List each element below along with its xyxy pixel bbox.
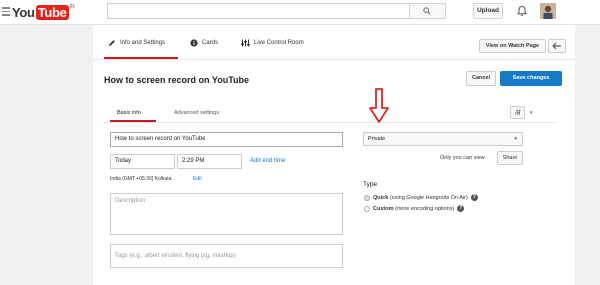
search-button[interactable]: [409, 3, 446, 19]
type-quick-option[interactable]: Quick (using Google Hangouts On Air) ?: [364, 194, 478, 201]
page-title: How to screen record on YouTube: [104, 75, 250, 85]
search-icon: [423, 7, 431, 15]
chevron-down-icon[interactable]: ▾: [530, 110, 533, 116]
tab-label: Live Control Room: [254, 40, 304, 46]
search-input[interactable]: [107, 3, 411, 19]
timezone-label: India (GMT +05:30) Kolkata: [110, 176, 172, 182]
sliders-icon: [241, 39, 250, 47]
subtab-advanced-settings[interactable]: Advanced settings: [174, 110, 219, 116]
privacy-value: Private: [368, 136, 386, 142]
title-field[interactable]: How to screen record on YouTube: [110, 132, 343, 147]
quick-radio[interactable]: [364, 194, 370, 201]
tabs-divider: [93, 59, 575, 60]
custom-label: Custom: [373, 205, 394, 212]
tags-field[interactable]: Tags (e.g., albert einstein, flying pig,…: [110, 244, 343, 268]
subtab-basic-info[interactable]: Basic info: [117, 110, 141, 116]
user-avatar-icon: [540, 3, 556, 19]
tab-live-control-room[interactable]: Live Control Room: [241, 39, 304, 47]
tags-placeholder: Tags (e.g., albert einstein, flying pig,…: [115, 253, 236, 259]
tab-cards[interactable]: Cards: [190, 39, 218, 47]
menu-icon[interactable]: [2, 7, 10, 16]
save-changes-button[interactable]: Save changes: [500, 71, 562, 86]
avatar[interactable]: [540, 3, 556, 19]
info-icon: [190, 39, 198, 47]
timezone-edit-link[interactable]: Edit: [193, 176, 202, 182]
quick-desc: (using Google Hangouts On Air): [388, 194, 468, 201]
description-field[interactable]: Description: [110, 193, 343, 235]
back-button[interactable]: [548, 39, 566, 53]
type-heading: Type: [363, 181, 378, 188]
type-custom-option[interactable]: Custom (more encoding options) ?: [364, 205, 465, 212]
cancel-button[interactable]: Cancel: [466, 71, 496, 86]
tab-label: Info and Settings: [120, 40, 166, 46]
logo-tube: Tube: [35, 4, 69, 20]
language-button[interactable]: अ: [510, 106, 525, 119]
share-button[interactable]: Share: [497, 151, 523, 165]
view-on-watch-page-button[interactable]: View on Watch Page: [479, 39, 546, 53]
back-arrow-icon: [552, 42, 561, 50]
red-arrow-icon: [369, 88, 389, 123]
add-end-time-link[interactable]: Add end time: [250, 158, 285, 164]
privacy-select[interactable]: Private ▾: [363, 132, 523, 146]
description-placeholder: Description: [115, 198, 146, 204]
privacy-chevron-icon: ▾: [514, 136, 517, 142]
custom-desc: (more encoding options): [393, 205, 455, 212]
help-icon[interactable]: ?: [457, 205, 465, 212]
tab-label: Cards: [202, 40, 219, 46]
custom-radio[interactable]: [364, 205, 370, 212]
tab-info-and-settings[interactable]: Info and Settings: [108, 39, 165, 47]
privacy-note: Only you can view: [440, 155, 485, 161]
date-field[interactable]: Today: [110, 154, 175, 169]
notifications-bell-icon[interactable]: [516, 5, 528, 17]
upload-button[interactable]: Upload: [473, 3, 503, 19]
logo-country: IN: [69, 4, 75, 10]
pencil-icon: [109, 40, 115, 46]
logo-you: You: [12, 4, 35, 20]
youtube-logo[interactable]: You Tube IN: [12, 4, 75, 20]
help-icon[interactable]: ?: [470, 194, 478, 201]
quick-label: Quick: [373, 194, 389, 201]
subtabs-divider: [104, 122, 558, 123]
time-field[interactable]: 2:29 PM: [177, 154, 242, 169]
